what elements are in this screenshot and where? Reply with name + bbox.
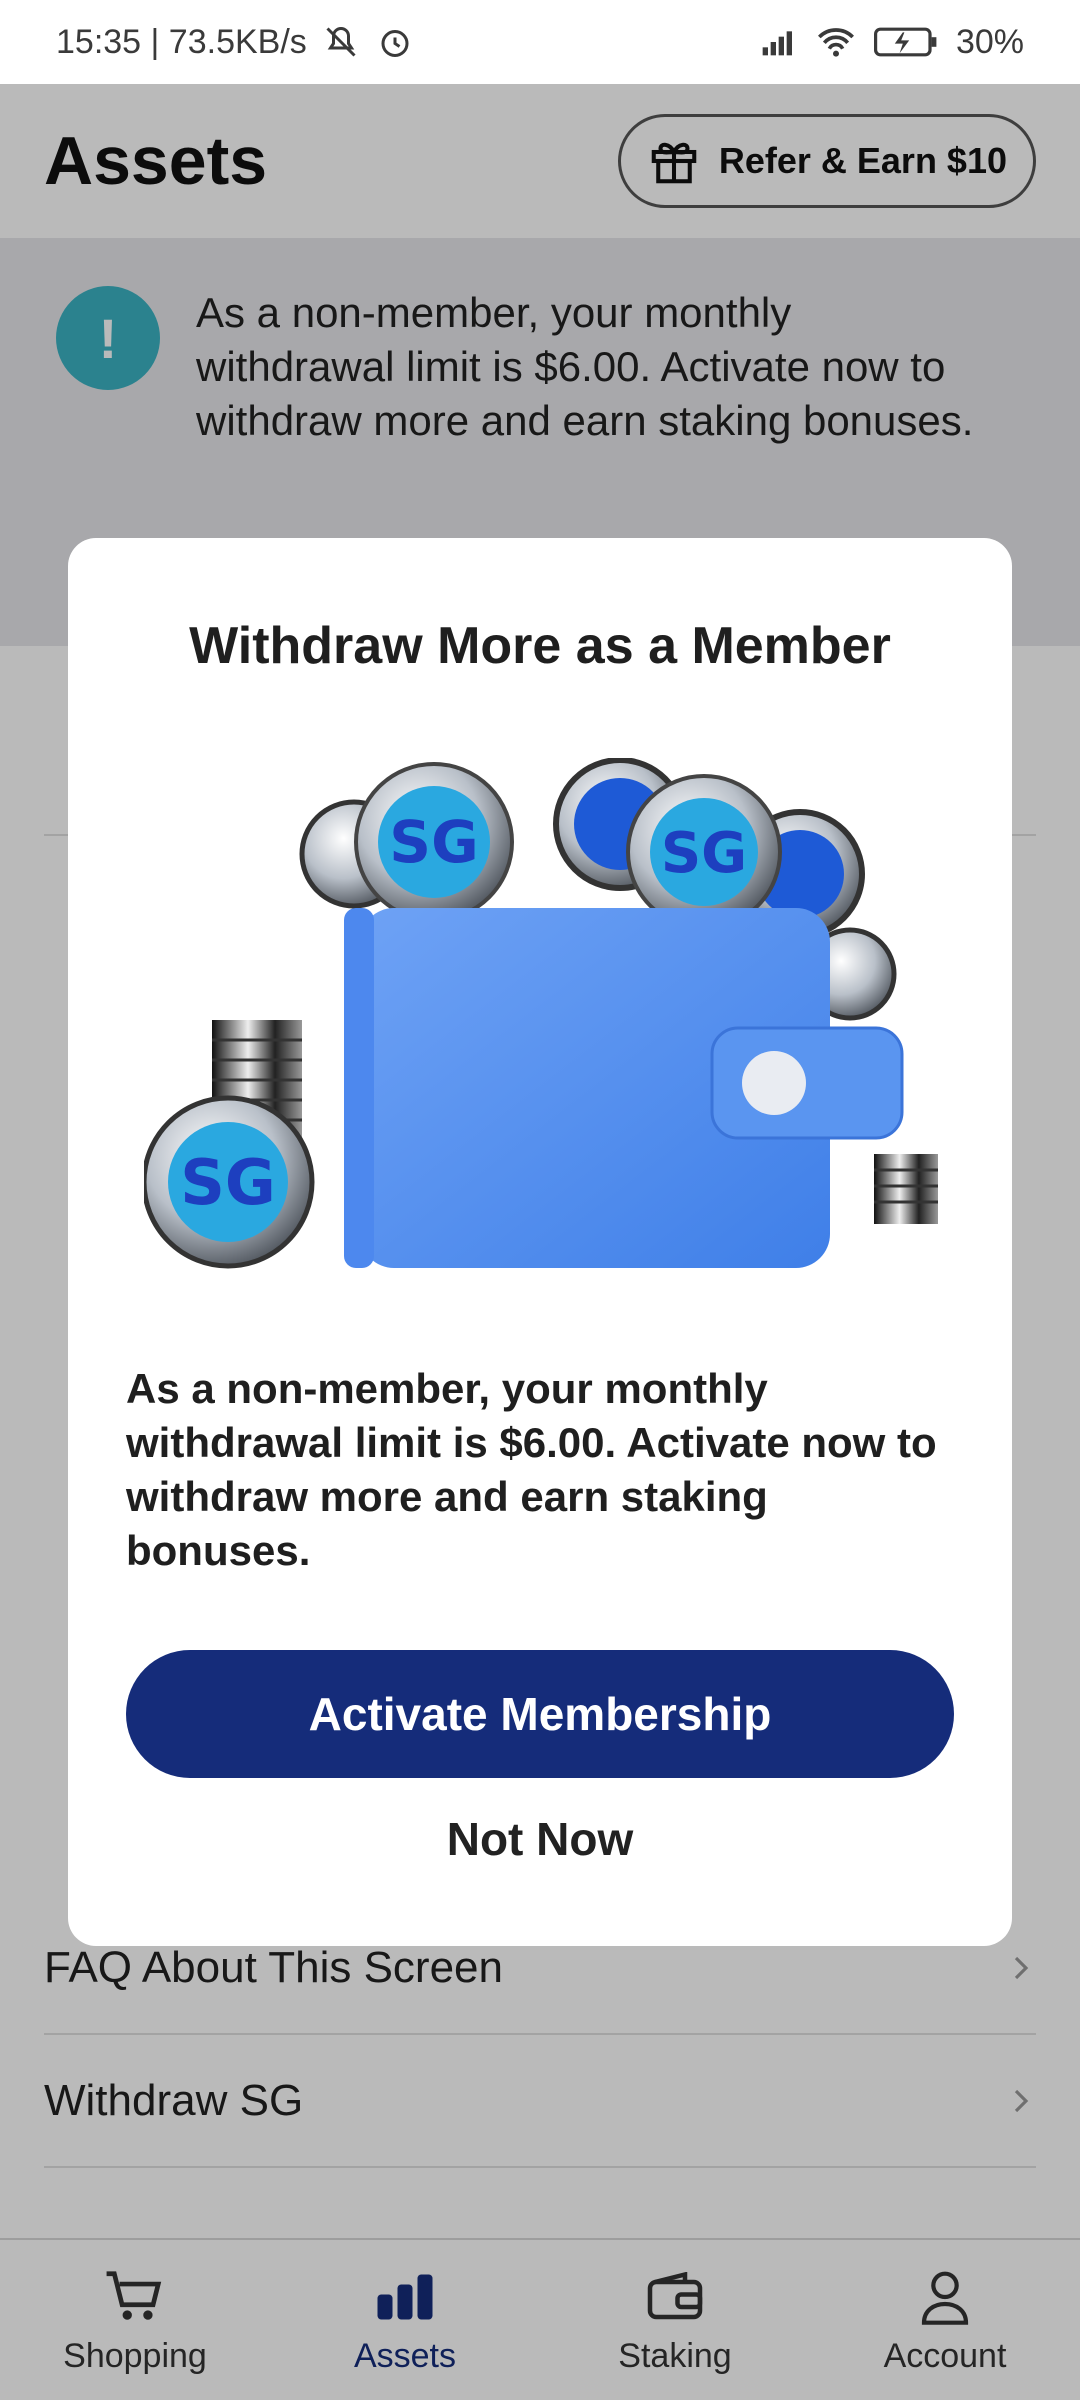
coin-label-1: SG <box>389 808 478 876</box>
coin-top-right: SG <box>626 774 782 930</box>
status-time: 15:35 | 73.5KB/s <box>56 22 307 61</box>
coin-stack-right <box>874 1154 938 1224</box>
coin-bottom-left: SG <box>141 1095 315 1269</box>
activate-membership-button[interactable]: Activate Membership <box>126 1650 954 1778</box>
wallet-coins-illustration: SG SG SG <box>141 757 944 1278</box>
alarm-icon <box>375 22 415 62</box>
battery-level: 30% <box>955 22 1024 61</box>
dialog-body: As a non-member, your monthly withdrawal… <box>126 1365 937 1574</box>
coin-label-2: SG <box>661 821 747 886</box>
not-now-button[interactable]: Not Now <box>68 1812 1012 1866</box>
wifi-icon <box>816 22 856 62</box>
mute-bell-icon <box>321 22 361 62</box>
coin-label-3: SG <box>180 1146 276 1219</box>
dialog-title: Withdraw More as a Member <box>189 617 891 675</box>
signal-icon <box>760 22 800 62</box>
battery-icon <box>872 22 940 62</box>
membership-dialog: Withdraw More as a Member SG SG SG As a … <box>68 538 1012 1946</box>
coin-top-left: SG <box>354 762 514 922</box>
wallet-shape <box>344 908 904 1268</box>
status-bar: 15:35 | 73.5KB/s 30% <box>0 0 1080 84</box>
